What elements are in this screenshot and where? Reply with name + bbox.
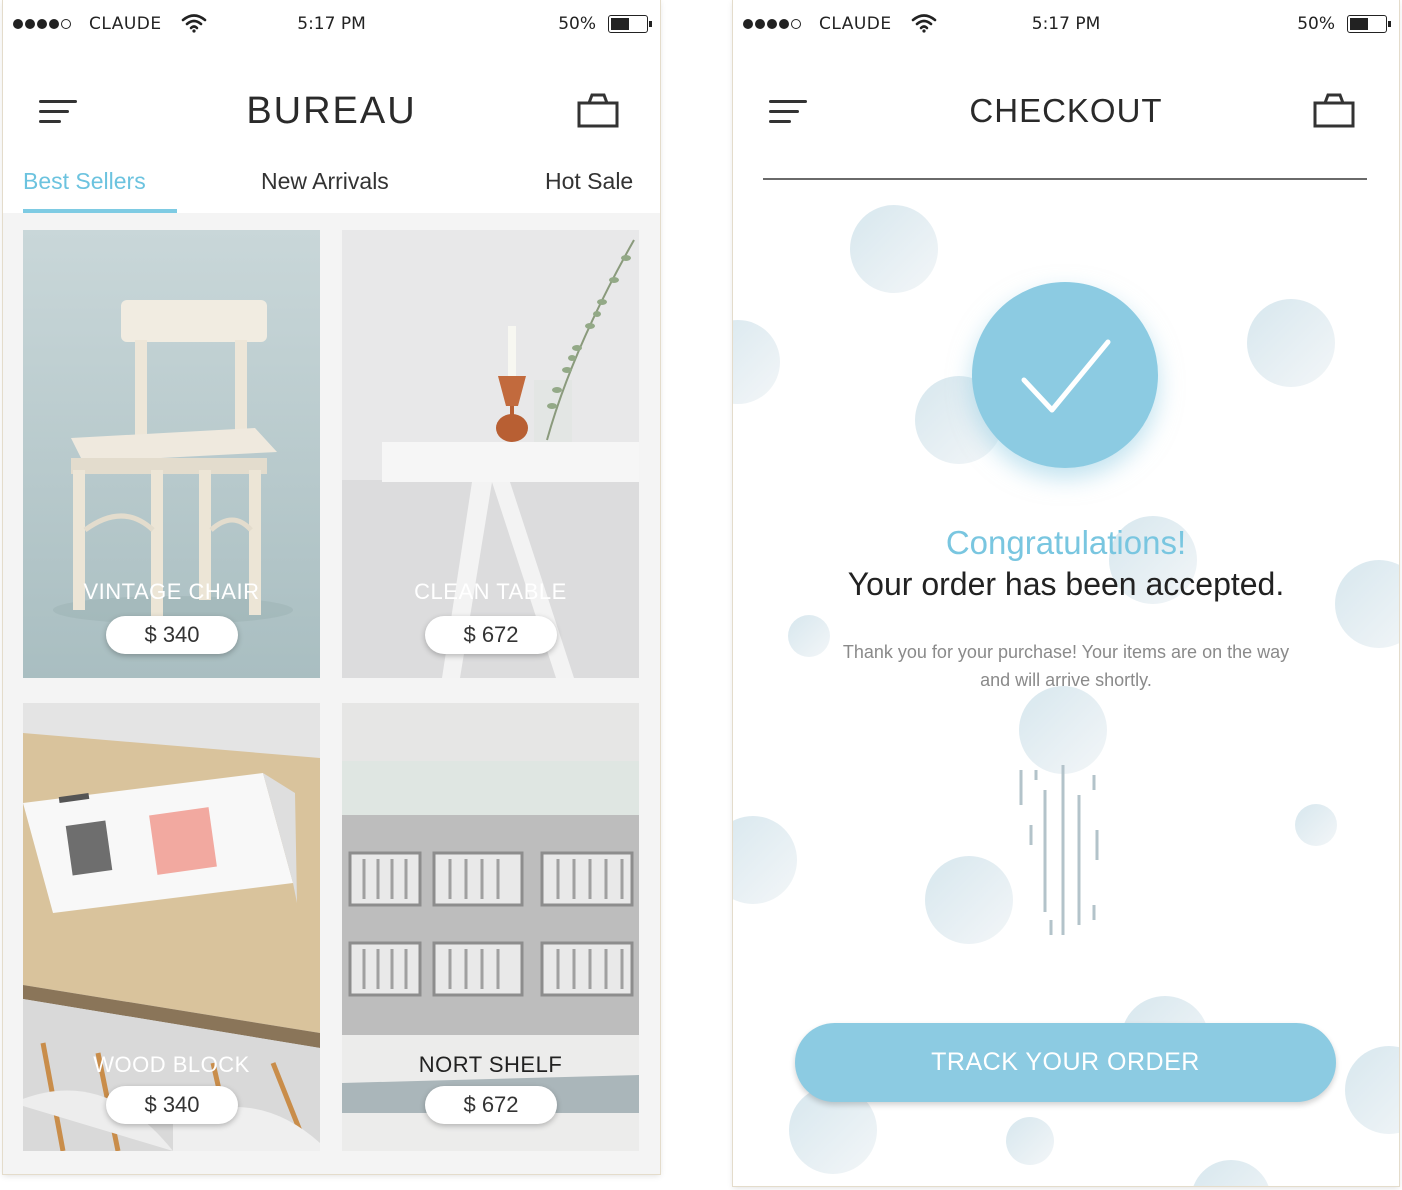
price-button[interactable]: $ 340 [106,616,238,654]
shopping-bag-icon[interactable] [577,92,619,128]
price-button[interactable]: $ 340 [106,1086,238,1124]
tab-new-arrivals[interactable]: New Arrivals [261,168,389,195]
success-message: Thank you for your purchase! Your items … [842,642,1290,690]
product-card[interactable]: CLEAN TABLE $ 672 [342,230,639,678]
track-order-button[interactable]: TRACK YOUR ORDER [795,1023,1336,1102]
battery-icon [1347,15,1391,33]
price-button[interactable]: $ 672 [425,1086,557,1124]
price-button[interactable]: $ 672 [425,616,557,654]
nort-shelf-image [342,703,639,1151]
tab-best-sellers[interactable]: Best Sellers [23,168,146,195]
status-bar: CLAUDE 5:17 PM 50% [733,0,1399,50]
product-card[interactable]: WOOD BLOCK $ 340 [23,703,320,1151]
page-title: BUREAU [246,90,417,132]
product-name: NORT SHELF [418,1052,563,1077]
clean-table-image [342,230,639,678]
product-name: CLEAN TABLE [414,579,567,604]
product-name: VINTAGE CHAIR [83,579,260,604]
wood-block-image [23,703,320,1151]
status-bar: CLAUDE 5:17 PM 50% [3,0,660,50]
battery-percent: 50% [558,14,596,34]
checkout-screen: CLAUDE 5:17 PM 50% CHECKOUT Congratulati… [733,0,1399,1186]
shop-screen: CLAUDE 5:17 PM 50% BUREAU Best Sellers N… [3,0,660,1174]
vintage-chair-image [23,230,320,678]
battery-icon [608,15,652,33]
product-card[interactable]: VINTAGE CHAIR $ 340 [23,230,320,678]
tab-hot-sale[interactable]: Hot Sale [545,168,633,195]
checkmark-icon [1021,339,1111,413]
product-name: WOOD BLOCK [93,1052,250,1077]
success-subheading: Your order has been accepted. [847,566,1285,602]
success-heading: Congratulations! [945,524,1187,561]
page-title: CHECKOUT [969,92,1163,129]
success-badge [972,282,1158,468]
header-divider [763,178,1367,180]
product-card[interactable]: NORT SHELF $ 672 [342,703,639,1151]
shopping-bag-icon[interactable] [1313,92,1355,128]
battery-percent: 50% [1297,14,1335,34]
